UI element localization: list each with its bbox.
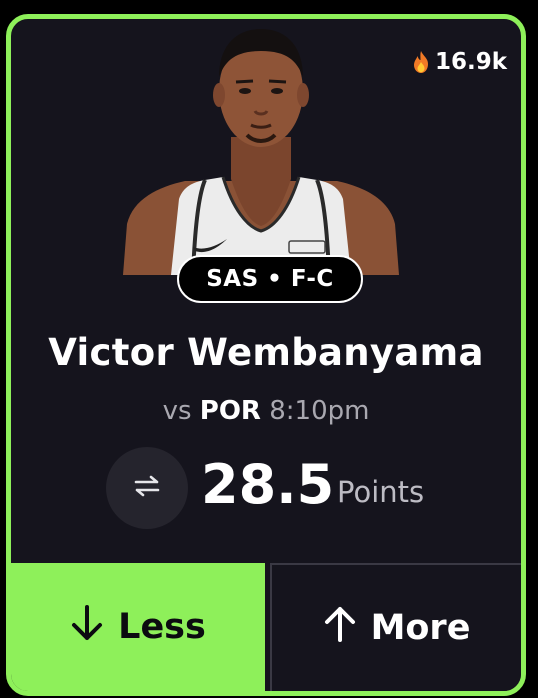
matchup-prefix: vs [162, 396, 192, 426]
projection-stat: Points [337, 475, 425, 509]
swap-button[interactable] [106, 447, 188, 529]
player-prop-card[interactable]: 16.9k SAS • F-C Victor Wembanyama vs POR… [6, 14, 526, 696]
player-name: Victor Wembanyama [48, 331, 484, 374]
popularity-count: 16.9k [434, 49, 507, 75]
matchup-info: vs POR 8:10pm [11, 396, 521, 426]
flame-icon [411, 50, 431, 74]
projection-value: 28.5 [201, 453, 335, 516]
game-time: 8:10pm [269, 396, 370, 426]
opponent-team: POR [199, 396, 261, 426]
more-label: More [370, 608, 471, 648]
player-headshot [123, 19, 399, 275]
more-button[interactable]: More [270, 563, 521, 691]
popularity-indicator: 16.9k [411, 49, 507, 75]
arrow-down-icon [70, 604, 104, 651]
less-button[interactable]: Less [11, 563, 265, 691]
less-label: Less [118, 607, 206, 647]
team-position-badge: SAS • F-C [177, 255, 363, 303]
arrow-up-icon [323, 605, 357, 652]
swap-arrows-icon [132, 474, 162, 502]
